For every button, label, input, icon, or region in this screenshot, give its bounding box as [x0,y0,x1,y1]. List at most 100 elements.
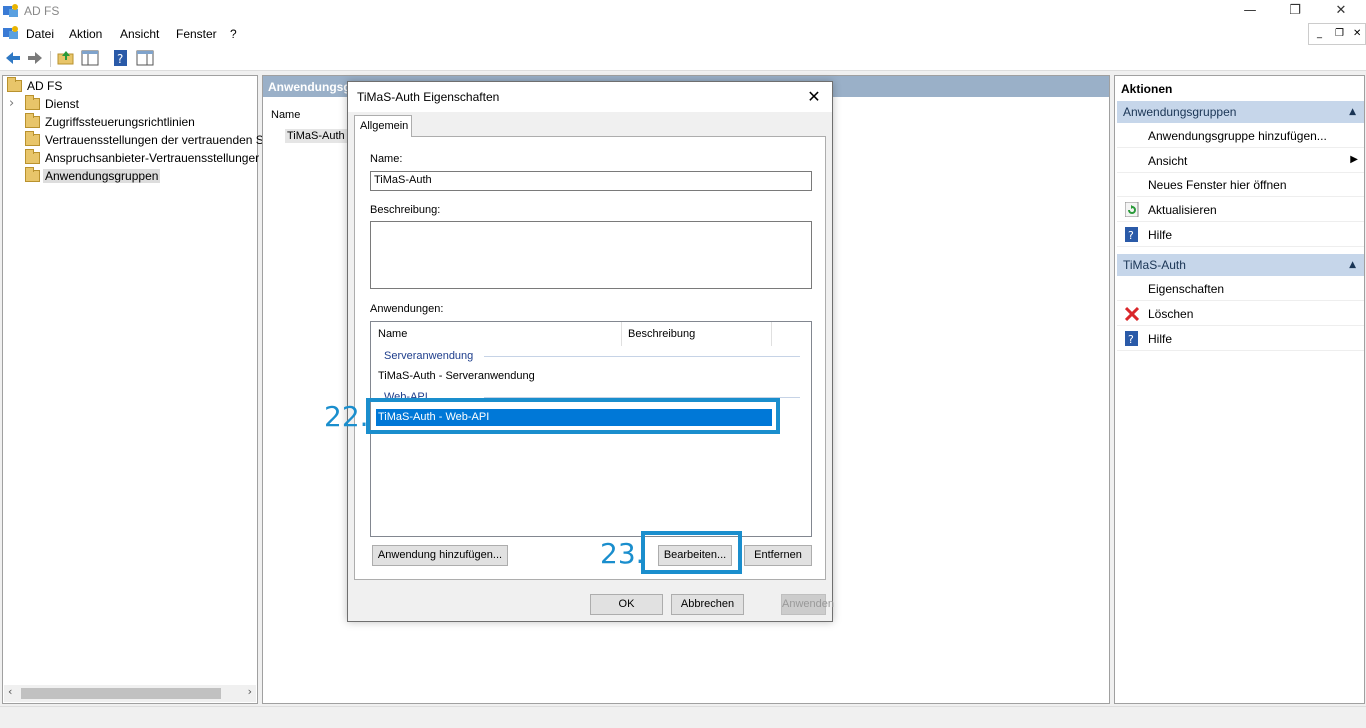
ok-button[interactable]: OK [590,594,663,615]
action-new-window[interactable]: Neues Fenster hier öffnen [1117,173,1364,197]
action-label: Aktualisieren [1148,203,1217,217]
dialog-close-icon[interactable]: ✕ [802,85,826,109]
scroll-right-icon[interactable]: › [248,685,252,698]
action-group-timas-auth[interactable]: TiMaS-Auth ▲ [1117,254,1364,276]
annotation-step-23: 23. [600,537,645,570]
action-properties[interactable]: Eigenschaften [1117,277,1364,301]
help-icon[interactable]: ? [112,49,130,67]
mdi-window-icon[interactable] [3,26,19,40]
action-view[interactable]: Ansicht ▶ [1117,149,1364,173]
description-label: Beschreibung: [370,204,441,216]
expand-chevron-icon[interactable]: › [9,96,14,111]
action-label: Löschen [1148,307,1194,321]
column-divider[interactable] [771,322,772,346]
folder-icon [25,95,40,110]
tree-item-label: Dienst [45,97,80,111]
mdi-close-button[interactable]: ✕ [1353,28,1361,39]
collapse-icon[interactable]: ▲ [1349,107,1356,117]
group-header-server[interactable]: Serveranwendung [384,350,473,362]
scrollbar-thumb[interactable] [21,688,221,699]
tree-item-label: Anwendungsgruppen [43,169,161,183]
folder-icon [25,149,40,164]
back-arrow-icon[interactable] [4,49,22,67]
console-tree: AD FS › Dienst Zugriffssteuerungsrichtli… [2,75,264,704]
action-label: Hilfe [1148,332,1173,346]
folder-icon [25,113,40,128]
name-label: Name: [370,153,403,165]
properties-dialog: TiMaS-Auth Eigenschaften ✕ Allgemein Nam… [347,81,834,622]
show-hide-actions-icon[interactable] [136,49,154,67]
tab-allgemein[interactable]: Allgemein [354,115,412,137]
column-header-name[interactable]: Name [378,328,407,340]
svg-text:?: ? [1128,333,1134,346]
column-header-name[interactable]: Name [271,109,300,121]
mdi-restore-button[interactable]: ❐ [1335,28,1344,39]
collapse-icon[interactable]: ▲ [1349,260,1356,270]
mdi-controls: _ ❐ ✕ [1308,23,1366,45]
column-divider[interactable] [621,322,622,346]
submenu-arrow-icon: ▶ [1350,154,1358,165]
help-icon: ? [1125,227,1138,242]
action-help-item[interactable]: ? Hilfe [1117,327,1364,351]
tree-item-label: Vertrauensstellungen der vertrauenden S [45,133,264,147]
show-hide-tree-icon[interactable] [81,49,99,67]
action-help-group[interactable]: ? Hilfe [1117,223,1364,247]
restore-button[interactable]: ❐ [1272,2,1318,20]
status-bar [0,706,1366,728]
forward-arrow-icon[interactable] [26,49,44,67]
svg-text:?: ? [117,52,123,66]
list-item-server-app[interactable]: TiMaS-Auth - Serveranwendung [378,370,535,382]
menu-datei[interactable]: Datei [26,27,54,41]
action-group-anwendungsgruppen[interactable]: Anwendungsgruppen ▲ [1117,101,1364,123]
name-field[interactable]: TiMaS-Auth [370,171,812,191]
mdi-minimize-button[interactable]: _ [1317,28,1322,39]
dialog-title-bar: TiMaS-Auth Eigenschaften ✕ [348,82,832,112]
menu-help[interactable]: ? [230,27,237,41]
add-application-button[interactable]: Anwendung hinzufügen... [372,545,508,566]
menu-ansicht[interactable]: Ansicht [120,27,159,41]
action-label: Eigenschaften [1148,282,1225,296]
folder-icon [7,77,22,92]
minimize-button[interactable]: — [1227,2,1273,20]
tree-item-label: AD FS [27,79,63,93]
tree-item-label: Anspruchsanbieter-Vertrauensstellunger [45,151,260,165]
description-field[interactable] [370,221,812,289]
action-add-application-group[interactable]: Anwendungsgruppe hinzufügen... [1117,124,1364,148]
action-delete[interactable]: Löschen [1117,302,1364,326]
menu-aktion[interactable]: Aktion [69,27,102,41]
actions-title: Aktionen [1121,82,1173,96]
folder-icon [25,167,40,182]
tab-panel-allgemein: Name: TiMaS-Auth Beschreibung: Anwendung… [354,136,826,580]
menu-bar: Datei Aktion Ansicht Fenster ? _ ❐ ✕ [0,23,1366,45]
delete-icon [1125,306,1139,321]
svg-text:?: ? [1128,229,1134,242]
apply-button: Anwenden [781,594,834,615]
refresh-icon [1125,202,1139,217]
annotation-step-22: 22. [324,400,369,433]
dialog-title: TiMaS-Auth Eigenschaften [357,90,500,104]
applications-label: Anwendungen: [370,303,444,315]
horizontal-scrollbar[interactable]: ‹ › [4,685,256,702]
toolbar-separator [50,51,51,67]
column-header-description[interactable]: Beschreibung [628,328,695,340]
help-icon: ? [1125,331,1138,346]
close-button[interactable]: ✕ [1318,2,1364,20]
up-folder-icon[interactable] [57,49,75,67]
title-bar: AD FS — ❐ ✕ [0,0,1366,23]
cancel-button[interactable]: Abbrechen [671,594,744,615]
menu-fenster[interactable]: Fenster [176,27,217,41]
window-title: AD FS [24,4,60,18]
scroll-left-icon[interactable]: ‹ [8,685,12,698]
action-refresh[interactable]: Aktualisieren [1117,198,1364,222]
action-group-title: Anwendungsgruppen [1123,105,1237,119]
remove-button[interactable]: Entfernen [744,545,812,566]
action-label: Neues Fenster hier öffnen [1148,178,1287,192]
annotation-box-step-22 [366,398,780,434]
actions-pane: Aktionen Anwendungsgruppen ▲ Anwendungsg… [1114,75,1365,704]
adfs-app-icon [3,4,18,17]
list-item[interactable]: TiMaS-Auth [285,129,347,143]
action-label: Anwendungsgruppe hinzufügen... [1148,129,1327,143]
annotation-box-step-23 [641,531,742,574]
action-label: Hilfe [1148,228,1173,242]
action-group-title: TiMaS-Auth [1123,258,1186,272]
